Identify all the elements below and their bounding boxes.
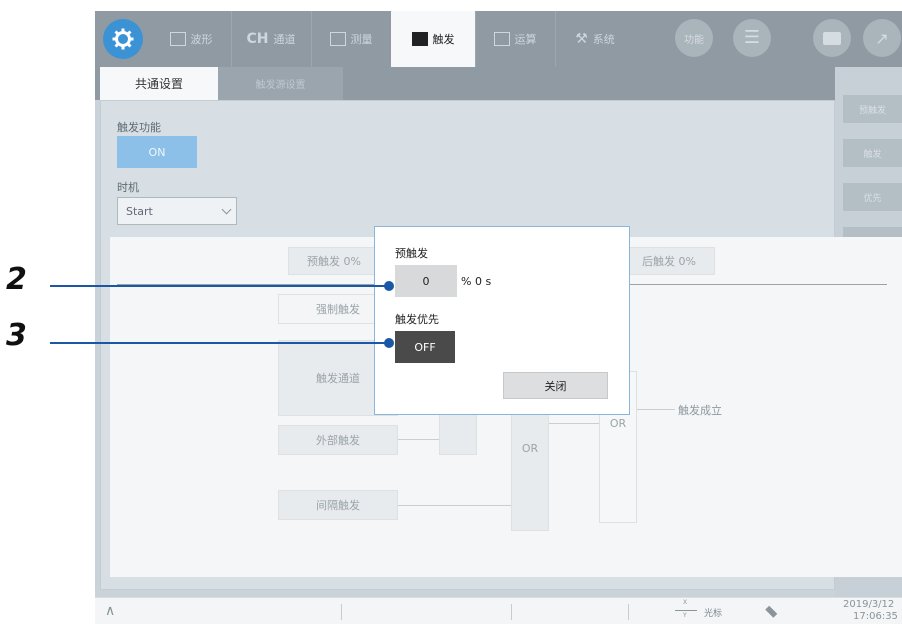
settings-gear-button[interactable] (103, 19, 143, 59)
trigger-priority-label: 触发优先 (395, 313, 439, 326)
expand-button[interactable]: ↗ (863, 19, 901, 57)
tab-system[interactable]: ⚒ 系统 (555, 11, 635, 67)
function-button[interactable]: 功能 (675, 19, 713, 57)
trigger-priority-toggle[interactable]: OFF (395, 331, 455, 363)
or-gate-1: OR (511, 401, 549, 531)
status-bar: ∧ X Y 光标 ▬ 2019/3/12 17:06:35 (95, 597, 902, 624)
device-screen: 波形 CH 通道 测量 触发 运算 ⚒ 系统 功能 ☰ ↗ 共通设置 触发源设置 (95, 11, 902, 624)
waveform-icon (169, 32, 186, 46)
timing-select[interactable]: Start (117, 197, 237, 225)
eraser-icon[interactable]: ▬ (761, 600, 784, 623)
callout-line (50, 285, 389, 287)
right-panel-item-pretrigger[interactable]: 预触发 (843, 95, 902, 123)
chevron-down-icon (221, 204, 232, 215)
cursor-label: 光标 (704, 609, 723, 619)
pretrigger-unit: % 0 s (461, 275, 492, 288)
callout-line (50, 342, 389, 344)
posttrigger-box: 后触发 0% (623, 247, 715, 275)
timing-label: 时机 (117, 181, 139, 194)
tab-measure[interactable]: 测量 (311, 11, 392, 67)
trigger-function-label: 触发功能 (117, 121, 161, 134)
trigger-icon (411, 32, 428, 46)
trigger-function-toggle[interactable]: ON (117, 136, 197, 168)
tab-common-settings[interactable]: 共通设置 (100, 67, 218, 100)
right-panel-item-trigger[interactable]: 触发 (843, 139, 902, 167)
expand-icon: ↗ (875, 28, 889, 48)
status-date: 2019/3/12 (843, 599, 895, 610)
interval-trigger-box[interactable]: 间隔触发 (278, 490, 398, 520)
callout-dot (384, 338, 394, 348)
folder-button[interactable] (813, 19, 851, 57)
connector-line (549, 423, 599, 424)
wrench-icon: ⚒ (575, 31, 588, 47)
external-trigger-box[interactable]: 外部触发 (278, 425, 398, 455)
measure-icon (329, 32, 346, 46)
tab-calc[interactable]: 运算 (475, 11, 556, 67)
tab-waveform[interactable]: 波形 (151, 11, 232, 67)
connector-line (637, 409, 675, 410)
pretrigger-box: 预触发 0% (288, 247, 380, 275)
list-icon: ☰ (743, 27, 761, 48)
status-time: 17:06:35 (853, 611, 898, 622)
folder-icon (823, 31, 841, 45)
close-button[interactable]: 关闭 (503, 372, 608, 399)
tab-trigger[interactable]: 触发 (391, 11, 476, 67)
connector-line (398, 439, 439, 440)
tab-channel[interactable]: CH 通道 (231, 11, 312, 67)
connector-line (398, 505, 511, 506)
pretrigger-label: 预触发 (395, 247, 428, 260)
callout-number: 3 (6, 318, 27, 353)
cursor-icon[interactable]: X Y (673, 599, 701, 623)
right-panel-item-priority[interactable]: 优先 (843, 183, 902, 211)
trigger-established-label: 触发成立 (678, 404, 722, 417)
callout-dot (384, 281, 394, 291)
pretrigger-input[interactable]: 0 (395, 265, 457, 297)
channel-icon: CH (246, 31, 269, 47)
callout-number: 2 (6, 262, 27, 297)
gear-icon (112, 28, 134, 50)
pretrigger-dialog: 预触发 0 % 0 s 触发优先 OFF 关闭 (374, 226, 630, 415)
separator (511, 604, 512, 620)
tab-trigger-source-settings[interactable]: 触发源设置 (218, 67, 343, 100)
separator (341, 604, 342, 620)
separator (628, 604, 629, 620)
list-menu-button[interactable]: ☰ (733, 19, 771, 57)
calc-icon (493, 32, 510, 46)
chevron-up-icon[interactable]: ∧ (105, 603, 115, 619)
